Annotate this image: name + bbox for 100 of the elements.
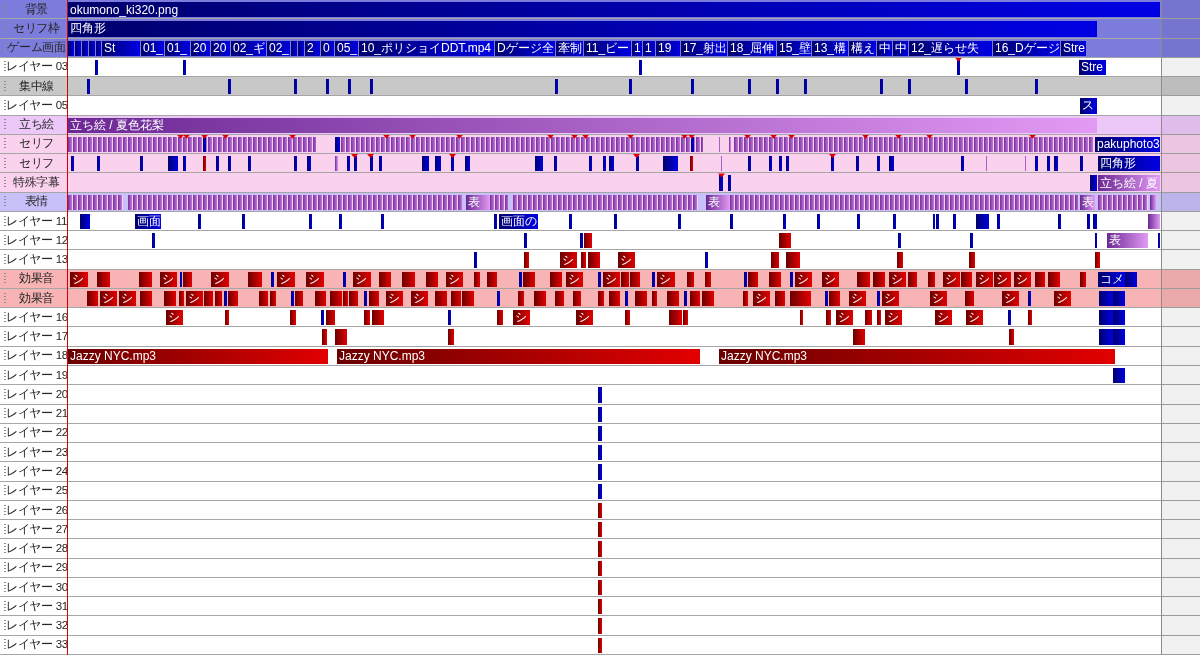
- timeline-clip[interactable]: [379, 271, 391, 287]
- timeline-clip[interactable]: [580, 233, 583, 249]
- timeline-clip[interactable]: シ: [119, 290, 136, 307]
- timeline-clip[interactable]: [71, 156, 74, 172]
- timeline-clip[interactable]: [1048, 271, 1060, 287]
- timeline-clip[interactable]: [224, 290, 227, 307]
- timeline-clip[interactable]: [497, 290, 500, 307]
- timeline-clip[interactable]: [1125, 271, 1137, 287]
- timeline-clip[interactable]: [179, 290, 184, 307]
- timeline-clip[interactable]: [242, 213, 245, 230]
- timeline-clip[interactable]: [372, 310, 384, 326]
- timeline-clip[interactable]: 20: [211, 40, 230, 56]
- timeline-clip[interactable]: [307, 156, 311, 172]
- timeline-clip[interactable]: 01_: [165, 40, 190, 56]
- timeline-clip[interactable]: [776, 79, 779, 95]
- timeline-clip[interactable]: 表: [1080, 194, 1095, 210]
- timeline-clip[interactable]: [524, 252, 529, 268]
- timeline-clip[interactable]: 立ち絵 / 夏: [1098, 175, 1160, 191]
- timeline-clip[interactable]: シ: [966, 310, 983, 326]
- timeline-clip[interactable]: [804, 79, 807, 95]
- timeline-clip[interactable]: [775, 290, 785, 307]
- timeline-clip[interactable]: [748, 156, 751, 172]
- timeline-clip[interactable]: [652, 271, 655, 287]
- timeline-clip[interactable]: シ: [513, 310, 530, 326]
- timeline-clip[interactable]: [349, 290, 358, 307]
- timeline-clip[interactable]: 四角形: [68, 21, 1097, 37]
- timeline-clip[interactable]: [691, 136, 694, 153]
- timeline-clip[interactable]: [198, 213, 201, 230]
- timeline-clip[interactable]: [1028, 310, 1032, 326]
- timeline-clip[interactable]: シ: [943, 271, 960, 287]
- timeline-clip[interactable]: シ: [930, 290, 947, 307]
- timeline-clip[interactable]: 表: [1107, 233, 1148, 249]
- timeline-clip[interactable]: [140, 290, 152, 307]
- layer-header[interactable]: 集中線: [0, 77, 67, 97]
- timeline-clip[interactable]: [769, 156, 772, 172]
- layer-header[interactable]: 背景: [0, 0, 67, 20]
- timeline-clip[interactable]: 13_構: [812, 40, 848, 56]
- timeline-clip[interactable]: [769, 271, 781, 287]
- timeline-clip[interactable]: [970, 233, 973, 249]
- timeline-clip[interactable]: [203, 156, 206, 172]
- timeline-clip[interactable]: [629, 79, 632, 95]
- timeline-clip[interactable]: [555, 79, 558, 95]
- timeline-clip[interactable]: 15_壁: [777, 40, 811, 56]
- timeline-clip[interactable]: 18_屈伸: [728, 40, 776, 56]
- timeline-clip[interactable]: [933, 213, 935, 230]
- timeline-clip[interactable]: [705, 271, 711, 287]
- timeline-clip[interactable]: シ: [576, 310, 593, 326]
- timeline-clip[interactable]: 16_Dゲージ: [993, 40, 1060, 56]
- timeline-clip[interactable]: 牽制: [556, 40, 583, 56]
- timeline-clip[interactable]: [523, 271, 535, 287]
- timeline-clip[interactable]: [1148, 213, 1160, 230]
- timeline-clip[interactable]: [435, 290, 447, 307]
- layer-header[interactable]: セリフ: [0, 154, 67, 174]
- timeline-clip[interactable]: [625, 310, 630, 326]
- timeline-clip[interactable]: [96, 40, 101, 56]
- timeline-clip[interactable]: [524, 233, 527, 249]
- timeline-clip[interactable]: [140, 156, 143, 172]
- timeline-clip[interactable]: [248, 271, 262, 287]
- timeline-clip[interactable]: [164, 290, 176, 307]
- timeline-clip[interactable]: [426, 271, 438, 287]
- timeline-clip[interactable]: [326, 79, 329, 95]
- timeline-clip[interactable]: [343, 290, 348, 307]
- timeline-clip[interactable]: [936, 213, 939, 230]
- timeline-clip[interactable]: [1150, 194, 1156, 210]
- timeline-clip[interactable]: [204, 290, 213, 307]
- timeline-clip[interactable]: [228, 79, 231, 95]
- timeline-clip[interactable]: [270, 290, 276, 307]
- timeline-clip[interactable]: [986, 156, 987, 172]
- timeline-clip[interactable]: Dゲージ全: [495, 40, 555, 56]
- timeline-clip[interactable]: [705, 252, 708, 268]
- timeline-clip[interactable]: [598, 541, 602, 557]
- timeline-clip[interactable]: 中: [877, 40, 892, 56]
- timeline-clip[interactable]: pakuphoto3: [1095, 136, 1160, 153]
- timeline-clip[interactable]: [652, 290, 657, 307]
- timeline-clip[interactable]: [1113, 290, 1125, 307]
- timeline-clip[interactable]: [786, 156, 789, 172]
- timeline-clip[interactable]: [598, 290, 604, 307]
- timeline-clip[interactable]: シ: [822, 271, 839, 287]
- timeline-clip[interactable]: [928, 271, 935, 287]
- timeline-clip[interactable]: [335, 156, 338, 172]
- timeline-clip[interactable]: [343, 271, 346, 287]
- timeline-clip[interactable]: [215, 290, 222, 307]
- timeline-clip[interactable]: [295, 290, 303, 307]
- timeline-clip[interactable]: [779, 233, 791, 249]
- timeline-clip[interactable]: [1095, 252, 1100, 268]
- timeline-clip[interactable]: [339, 213, 342, 230]
- timeline-clip[interactable]: [315, 290, 326, 307]
- timeline-clip[interactable]: シ: [306, 271, 324, 287]
- timeline-clip[interactable]: 1: [643, 40, 655, 56]
- timeline-clip[interactable]: [748, 79, 751, 95]
- timeline-clip[interactable]: [1095, 233, 1097, 249]
- timeline-clip[interactable]: [598, 483, 602, 499]
- timeline-clip[interactable]: [354, 156, 357, 172]
- timeline-clip[interactable]: [1113, 368, 1125, 384]
- timeline-clip[interactable]: Stre: [1061, 40, 1086, 56]
- timeline-clip[interactable]: [790, 290, 811, 307]
- timeline-clip[interactable]: [180, 271, 182, 287]
- timeline-clip[interactable]: シ: [566, 271, 583, 287]
- timeline-clip[interactable]: [1099, 329, 1113, 345]
- timeline-clip[interactable]: [690, 290, 700, 307]
